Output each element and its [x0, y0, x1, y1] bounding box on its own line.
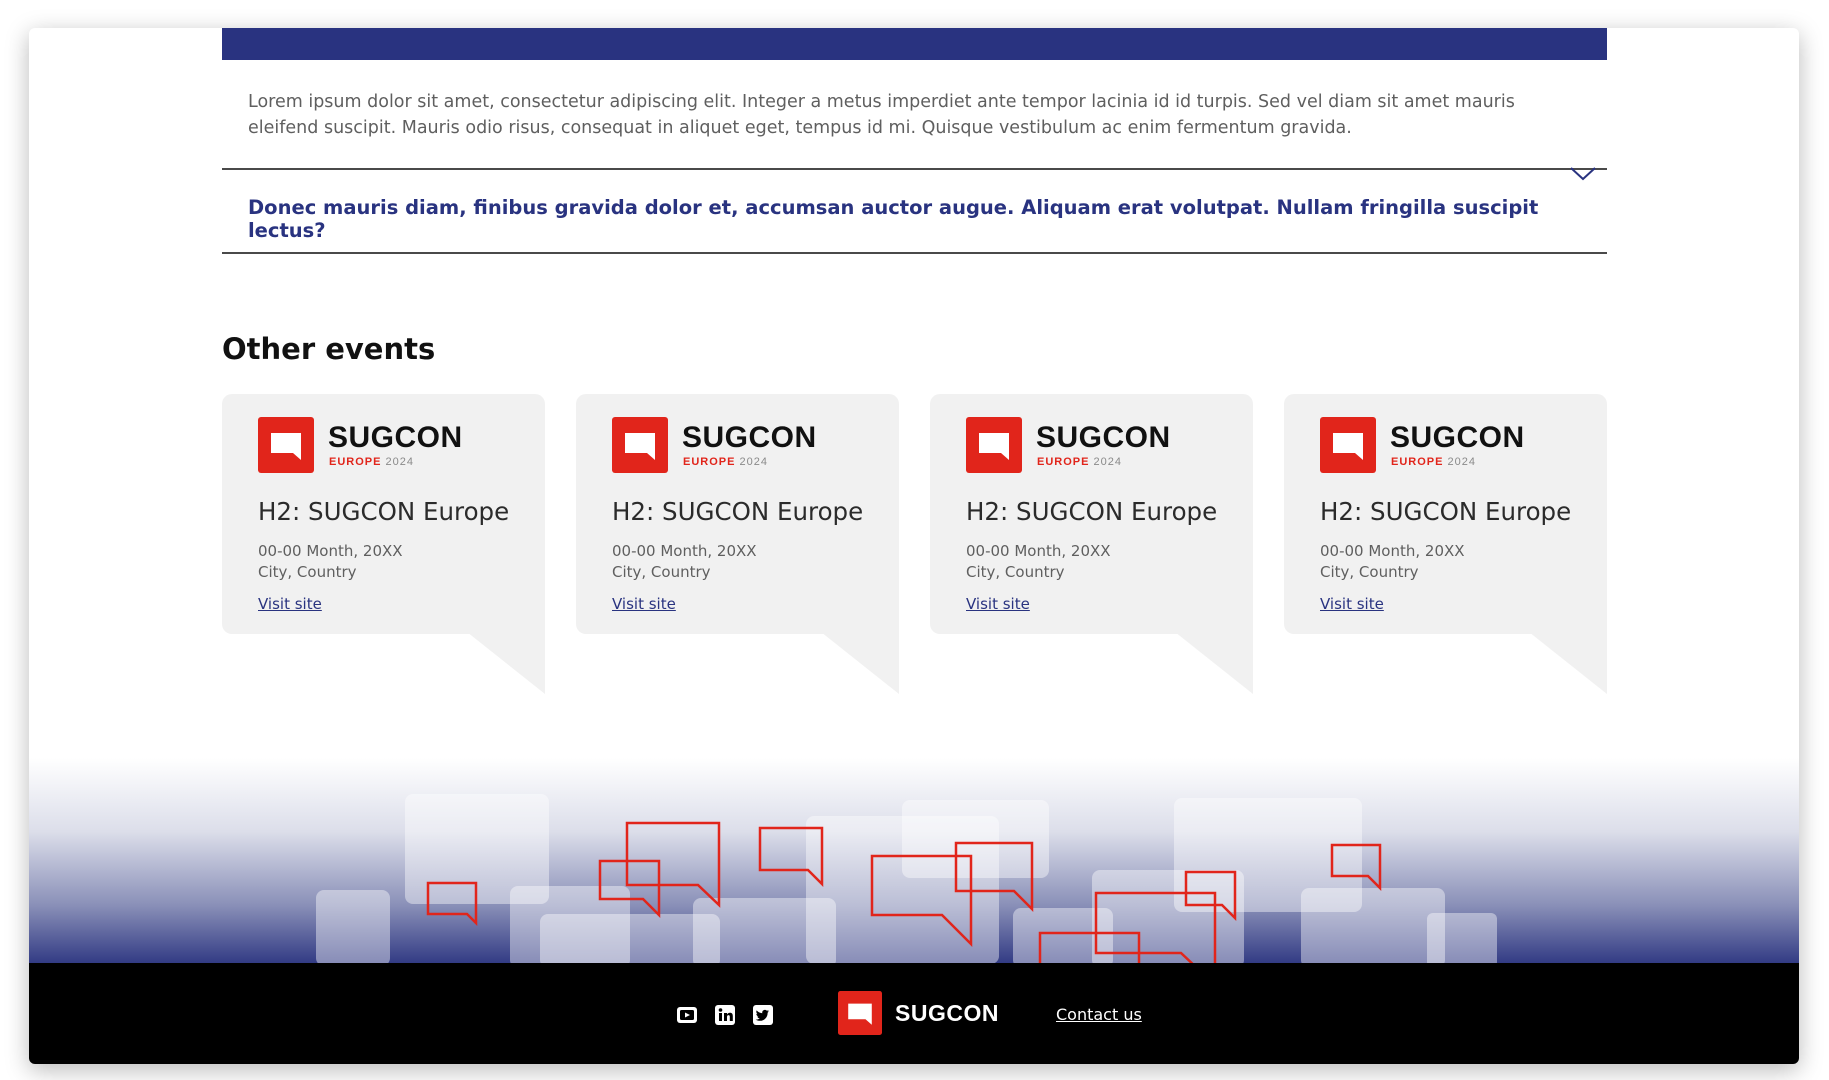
sugcon-logo: SUGCON EUROPE 2024 — [966, 417, 1186, 473]
logo-sub-year: 2024 — [1093, 456, 1123, 468]
event-location: City, Country — [258, 563, 357, 581]
footer-decorative-graphic — [29, 758, 1799, 968]
event-card: SUGCON EUROPE 2024 H2: SUGCON Europe 00-… — [576, 394, 899, 694]
page-viewport: Lorem ipsum dolor sit amet, consectetur … — [29, 28, 1799, 1064]
speech-tail-shape — [821, 632, 899, 694]
sugcon-logo-icon — [966, 417, 1022, 473]
logo-sub-europe: EUROPE — [683, 456, 736, 468]
sugcon-logo-icon[interactable] — [838, 991, 882, 1035]
event-date: 00-00 Month, 20XX — [612, 542, 757, 560]
linkedin-icon[interactable] — [714, 1004, 736, 1026]
speech-tail-shape — [467, 632, 545, 694]
logo-wordmark: SUGCON — [682, 421, 817, 454]
logo-subtitle: EUROPE 2024 — [683, 456, 768, 468]
sugcon-logo: SUGCON EUROPE 2024 — [1320, 417, 1540, 473]
faq-answer: Lorem ipsum dolor sit amet, consectetur … — [248, 92, 1515, 138]
logo-wordmark: SUGCON — [1390, 421, 1525, 454]
chevron-down-icon[interactable] — [1570, 166, 1596, 182]
faq-question[interactable]: Donec mauris diam, finibus gravida dolor… — [248, 196, 1548, 242]
faq-active-question-bar[interactable] — [222, 28, 1607, 60]
sugcon-logo: SUGCON EUROPE 2024 — [258, 417, 478, 473]
contact-us-link[interactable]: Contact us — [1056, 1005, 1142, 1024]
logo-subtitle: EUROPE 2024 — [329, 456, 414, 468]
speech-tail-shape — [1175, 632, 1253, 694]
event-date: 00-00 Month, 20XX — [258, 542, 403, 560]
visit-site-link[interactable]: Visit site — [258, 595, 322, 613]
faq-divider — [222, 252, 1607, 254]
twitter-icon[interactable] — [752, 1004, 774, 1026]
event-card: SUGCON EUROPE 2024 H2: SUGCON Europe 00-… — [1284, 394, 1607, 694]
faq-divider — [222, 168, 1607, 170]
event-date: 00-00 Month, 20XX — [966, 542, 1111, 560]
logo-sub-year: 2024 — [739, 456, 769, 468]
event-card: SUGCON EUROPE 2024 H2: SUGCON Europe 00-… — [930, 394, 1253, 694]
logo-sub-year: 2024 — [1447, 456, 1477, 468]
logo-sub-europe: EUROPE — [329, 456, 382, 468]
visit-site-link[interactable]: Visit site — [966, 595, 1030, 613]
youtube-icon[interactable] — [676, 1004, 698, 1026]
logo-wordmark: SUGCON — [1036, 421, 1171, 454]
event-title: H2: SUGCON Europe — [612, 497, 864, 526]
footer-logo-wordmark[interactable]: SUGCON — [895, 1001, 999, 1025]
event-title: H2: SUGCON Europe — [258, 497, 510, 526]
event-location: City, Country — [612, 563, 711, 581]
logo-subtitle: EUROPE 2024 — [1037, 456, 1122, 468]
event-location: City, Country — [1320, 563, 1419, 581]
sugcon-logo-icon — [612, 417, 668, 473]
logo-sub-europe: EUROPE — [1391, 456, 1444, 468]
sugcon-logo: SUGCON EUROPE 2024 — [612, 417, 832, 473]
logo-sub-year: 2024 — [385, 456, 415, 468]
logo-subtitle: EUROPE 2024 — [1391, 456, 1476, 468]
event-title: H2: SUGCON Europe — [966, 497, 1218, 526]
event-location: City, Country — [966, 563, 1065, 581]
event-title: H2: SUGCON Europe — [1320, 497, 1572, 526]
visit-site-link[interactable]: Visit site — [612, 595, 676, 613]
visit-site-link[interactable]: Visit site — [1320, 595, 1384, 613]
sugcon-logo-icon — [258, 417, 314, 473]
sugcon-logo-icon — [1320, 417, 1376, 473]
speech-tail-shape — [1529, 632, 1607, 694]
logo-wordmark: SUGCON — [328, 421, 463, 454]
event-card: SUGCON EUROPE 2024 H2: SUGCON Europe 00-… — [222, 394, 545, 694]
other-events-heading: Other events — [222, 332, 436, 366]
footer: SUGCON Contact us — [29, 963, 1799, 1064]
event-date: 00-00 Month, 20XX — [1320, 542, 1465, 560]
logo-sub-europe: EUROPE — [1037, 456, 1090, 468]
